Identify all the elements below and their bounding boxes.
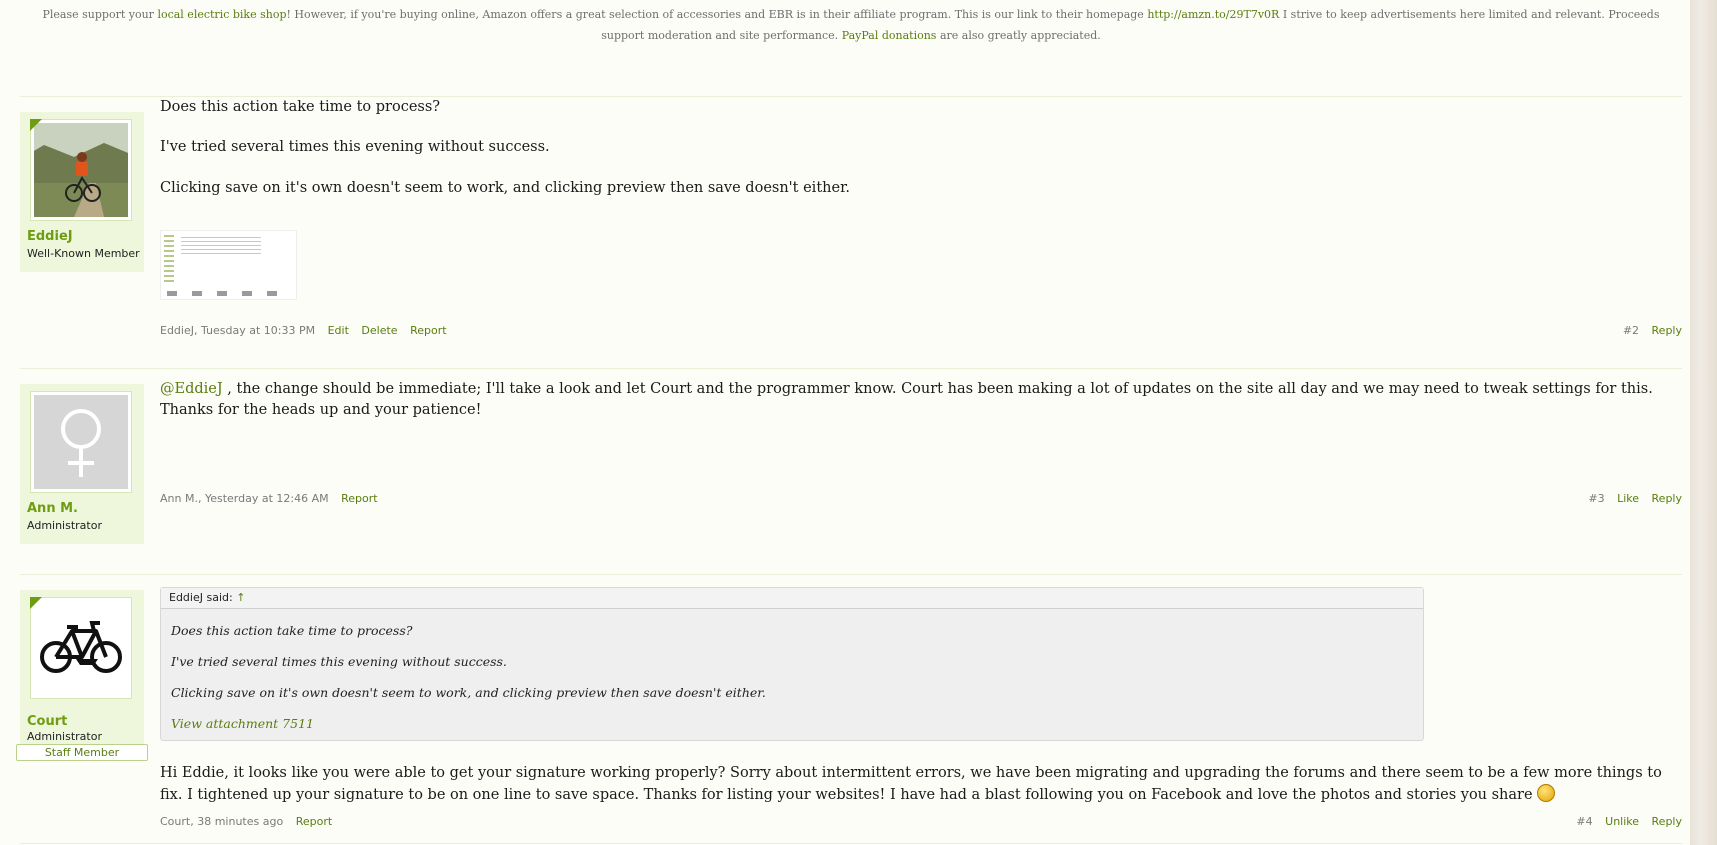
post-ann-m: Ann M. Administrator @EddieJ , the chang… xyxy=(20,381,1682,554)
notice-text: are also greatly appreciated. xyxy=(936,29,1101,42)
paypal-link[interactable]: PayPal donations xyxy=(842,29,937,42)
view-attachment-link[interactable]: View attachment 7511 xyxy=(171,708,1413,739)
message-line: Does this action take time to process? xyxy=(160,99,441,115)
username[interactable]: Ann M. xyxy=(27,501,78,516)
delete-link[interactable]: Delete xyxy=(361,324,397,337)
notice-text: ! However, if you're buying online, Amaz… xyxy=(286,8,1148,21)
meta-author[interactable]: EddieJ xyxy=(160,324,194,337)
quote-block: EddieJ said: ↑ Does this action take tim… xyxy=(160,587,1424,741)
reply-link[interactable]: Reply xyxy=(1652,324,1682,337)
post-number[interactable]: #3 xyxy=(1588,492,1604,505)
message-line: I've tried several times this evening wi… xyxy=(160,139,550,155)
reply-link[interactable]: Reply xyxy=(1652,492,1682,505)
divider xyxy=(20,843,1682,844)
local-shop-link[interactable]: local electric bike shop xyxy=(157,8,286,21)
post-number[interactable]: #4 xyxy=(1576,815,1592,828)
meta-date: , Tuesday at 10:33 PM xyxy=(193,324,316,337)
report-link[interactable]: Report xyxy=(341,492,377,505)
user-title: Well-Known Member xyxy=(27,247,140,260)
username[interactable]: Court xyxy=(27,714,67,729)
message-text: Hi Eddie, it looks like you were able to… xyxy=(160,765,1662,803)
quote-header: EddieJ said: ↑ xyxy=(161,588,1423,609)
mention-link[interactable]: @EddieJ xyxy=(160,381,223,397)
edit-link[interactable]: Edit xyxy=(328,324,349,337)
post-court: Court Administrator Staff Member EddieJ … xyxy=(16,587,1682,840)
attachment-thumbnail[interactable] xyxy=(160,230,297,300)
user-info: Court Administrator Staff Member xyxy=(16,590,148,761)
user-info: Ann M. Administrator xyxy=(20,384,144,544)
user-title: Administrator xyxy=(27,730,102,743)
unlike-link[interactable]: Unlike xyxy=(1605,815,1639,828)
online-indicator-icon xyxy=(30,597,42,609)
reply-link[interactable]: Reply xyxy=(1652,815,1682,828)
message-line: Clicking save on it's own doesn't seem t… xyxy=(160,180,851,196)
staff-member-badge: Staff Member xyxy=(16,744,148,761)
smiley-icon xyxy=(1537,784,1556,802)
affiliate-notice: Please support your local electric bike … xyxy=(20,4,1682,46)
meta-author[interactable]: Court xyxy=(160,815,190,828)
message-body: Hi Eddie, it looks like you were able to… xyxy=(160,763,1682,806)
message-text: , the change should be immediate; I'll t… xyxy=(160,381,1653,418)
message-body: Does this action take time to process? I… xyxy=(160,97,1682,199)
post-eddiej: EddieJ Well-Known Member Does this actio… xyxy=(20,99,1682,337)
avatar[interactable] xyxy=(30,391,132,493)
post-number[interactable]: #2 xyxy=(1623,324,1639,337)
username[interactable]: EddieJ xyxy=(27,229,73,244)
meta-date: , Yesterday at 12:46 AM xyxy=(197,492,329,505)
message-meta: Ann M., Yesterday at 12:46 AM Report #3 … xyxy=(160,492,1682,508)
quote-line: Does this action take time to process? xyxy=(171,623,413,638)
meta-author[interactable]: Ann M. xyxy=(160,492,198,505)
online-indicator-icon xyxy=(30,119,42,131)
quote-line: I've tried several times this evening wi… xyxy=(171,654,507,669)
divider xyxy=(20,574,1682,575)
avatar[interactable] xyxy=(30,119,132,221)
jump-to-quote-icon[interactable]: ↑ xyxy=(236,591,245,604)
female-symbol-icon xyxy=(34,395,128,489)
bicycle-icon xyxy=(40,621,122,673)
quote-author: EddieJ said: xyxy=(169,591,233,604)
report-link[interactable]: Report xyxy=(410,324,446,337)
like-link[interactable]: Like xyxy=(1617,492,1639,505)
notice-text: Please support your xyxy=(42,8,158,21)
avatar[interactable] xyxy=(30,597,132,699)
message-meta: Court, 38 minutes ago Report #4 Unlike R… xyxy=(160,815,1682,831)
user-info: EddieJ Well-Known Member xyxy=(20,112,144,272)
message-body: @EddieJ , the change should be immediate… xyxy=(160,379,1682,421)
message-meta: EddieJ, Tuesday at 10:33 PM Edit Delete … xyxy=(160,324,1682,340)
page-edge xyxy=(1690,0,1717,845)
divider xyxy=(20,368,1682,369)
amazon-link[interactable]: http://amzn.to/29T7v0R xyxy=(1147,8,1279,21)
quote-body: Does this action take time to process? I… xyxy=(161,609,1423,745)
quote-line: Clicking save on it's own doesn't seem t… xyxy=(171,685,766,700)
meta-date: , 38 minutes ago xyxy=(190,815,284,828)
user-title: Administrator xyxy=(27,519,102,532)
avatar-photo xyxy=(34,123,128,217)
report-link[interactable]: Report xyxy=(296,815,332,828)
